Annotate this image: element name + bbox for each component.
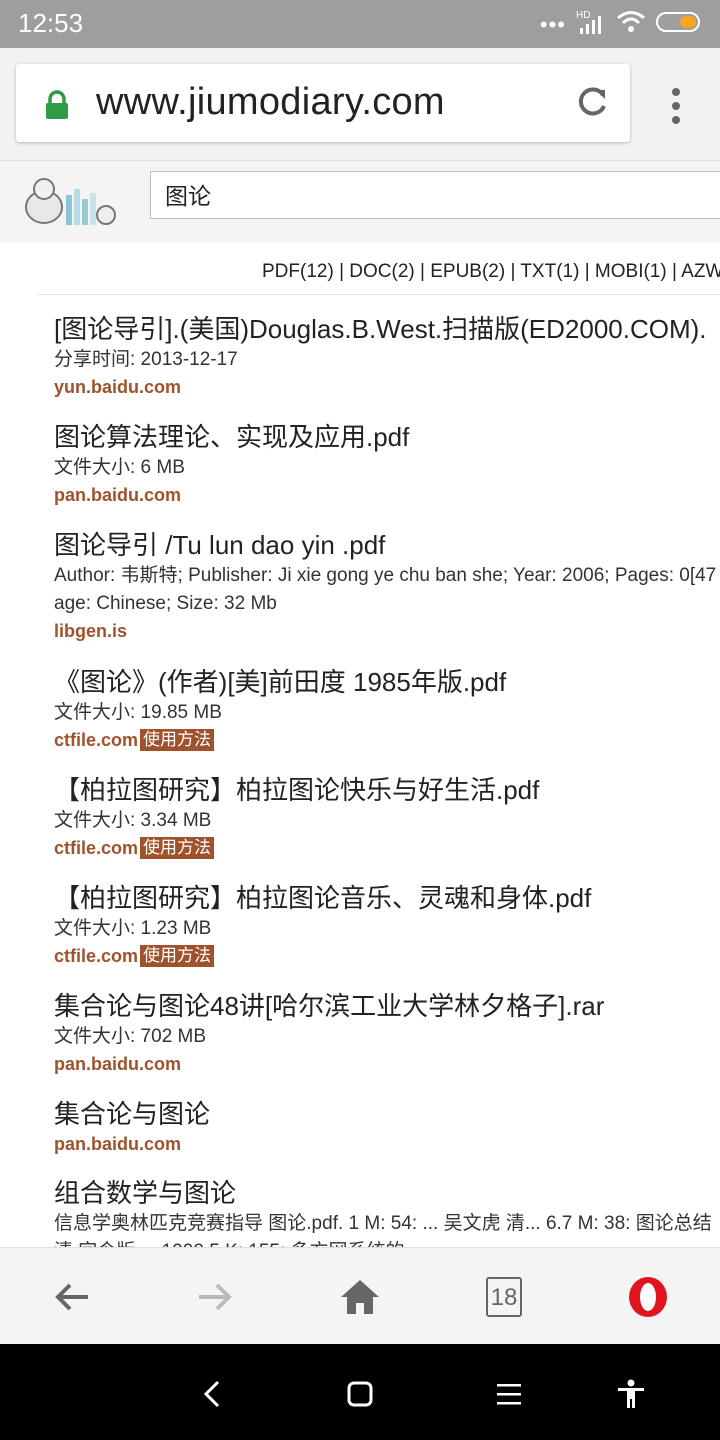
back-button[interactable] [47, 1272, 97, 1322]
network-type: HD [576, 9, 591, 21]
wifi-icon [616, 10, 646, 39]
menu-icon [497, 1384, 521, 1405]
address-bar[interactable]: www.jiumodiary.com [16, 64, 630, 142]
site-logo[interactable] [22, 171, 118, 231]
chevron-left-icon [203, 1380, 220, 1408]
result-meta: 文件大小: 3.34 MB [54, 810, 212, 831]
format-filters[interactable]: PDF(12) | DOC(2) | EPUB(2) | TXT(1) | MO… [262, 261, 720, 283]
result-source[interactable]: ctfile.com [54, 730, 138, 750]
result-source[interactable]: libgen.is [54, 618, 720, 644]
battery-icon [656, 10, 702, 39]
result-title[interactable]: 《图论》(作者)[美]前田度 1985年版.pdf [54, 665, 720, 699]
result-source[interactable]: yun.baidu.com [54, 374, 720, 400]
accessibility-button[interactable] [611, 1374, 651, 1414]
result-meta: 文件大小: 6 MB [54, 457, 185, 478]
result-title[interactable]: [图论导引].(美国)Douglas.B.West.扫描版(ED2000.COM… [54, 312, 720, 346]
system-home-button[interactable] [340, 1374, 380, 1414]
url-text[interactable]: www.jiumodiary.com [96, 81, 445, 124]
tabs-button[interactable]: 18 [479, 1272, 529, 1322]
result-title[interactable]: 组合数学与图论 [54, 1176, 720, 1210]
home-button[interactable] [335, 1272, 385, 1322]
result-item[interactable]: 《图论》(作者)[美]前田度 1985年版.pdf 文件大小: 19.85 MB… [54, 665, 720, 753]
lock-icon [44, 90, 70, 125]
result-meta: 文件大小: 1.23 MB [54, 918, 212, 939]
tabs-count: 18 [490, 1284, 518, 1311]
dots-icon: ••• [539, 11, 566, 37]
opera-menu-button[interactable] [623, 1272, 673, 1322]
result-item[interactable]: 图论导引 /Tu lun dao yin .pdf Author: 韦斯特; P… [54, 528, 720, 644]
result-meta: 文件大小: 702 MB [54, 1026, 207, 1047]
result-source[interactable]: pan.baidu.com [54, 482, 720, 508]
accessibility-icon [618, 1379, 644, 1408]
result-title[interactable]: 图论导引 /Tu lun dao yin .pdf [54, 528, 720, 562]
result-item[interactable]: [图论导引].(美国)Douglas.B.West.扫描版(ED2000.COM… [54, 312, 720, 400]
result-item[interactable]: 【柏拉图研究】柏拉图论快乐与好生活.pdf 文件大小: 3.34 MB ctfi… [54, 773, 720, 861]
overflow-menu-icon[interactable] [664, 88, 688, 128]
result-source-row: ctfile.com 使用方法 [54, 943, 720, 969]
result-source[interactable]: pan.baidu.com [54, 1051, 720, 1077]
browser-bottom-nav: 18 [0, 1247, 720, 1345]
result-title[interactable]: 集合论与图论 [54, 1097, 720, 1131]
how-to-badge[interactable]: 使用方法 [140, 837, 215, 859]
arrow-left-icon [55, 1283, 88, 1311]
result-title[interactable]: 【柏拉图研究】柏拉图论音乐、灵魂和身体.pdf [54, 881, 720, 915]
status-icons: ••• HD [540, 10, 702, 39]
status-time: 12:53 [18, 8, 84, 38]
result-source[interactable]: ctfile.com [54, 838, 138, 858]
result-item[interactable]: 图论算法理论、实现及应用.pdf 文件大小: 6 MB pan.baidu.co… [54, 420, 720, 508]
site-header: 图论 [0, 160, 720, 243]
result-title[interactable]: 集合论与图论48讲[哈尔滨工业大学林夕格子].rar [54, 989, 720, 1023]
square-icon [347, 1381, 373, 1407]
home-icon [341, 1280, 379, 1314]
search-input[interactable]: 图论 [150, 171, 720, 219]
result-meta: 分享时间: 2013-12-17 [54, 349, 238, 370]
signal-icon: HD [576, 10, 606, 36]
browser-toolbar: www.jiumodiary.com [0, 48, 720, 160]
result-meta: 文件大小: 19.85 MB [54, 702, 222, 723]
result-meta-cont: age: Chinese; Size: 32 Mb [54, 593, 277, 614]
divider [38, 294, 720, 295]
result-item[interactable]: 集合论与图论48讲[哈尔滨工业大学林夕格子].rar 文件大小: 702 MB … [54, 989, 720, 1077]
result-source-row: ctfile.com 使用方法 [54, 727, 720, 753]
result-meta: 信息学奥林匹克竞赛指导 图论.pdf. 1 M: 54: ... 吴文虎 清..… [54, 1213, 712, 1234]
result-meta: Author: 韦斯特; Publisher: Ji xie gong ye c… [54, 565, 717, 586]
result-title[interactable]: 图论算法理论、实现及应用.pdf [54, 420, 720, 454]
arrow-right-icon [199, 1283, 232, 1311]
system-recents-button[interactable] [489, 1374, 529, 1414]
opera-logo-icon [629, 1277, 667, 1317]
result-item[interactable]: 集合论与图论 pan.baidu.com [54, 1097, 720, 1157]
result-source[interactable]: pan.baidu.com [54, 1131, 720, 1157]
reload-icon[interactable] [574, 84, 610, 125]
result-item[interactable]: 【柏拉图研究】柏拉图论音乐、灵魂和身体.pdf 文件大小: 1.23 MB ct… [54, 881, 720, 969]
status-bar: 12:53 ••• HD [0, 0, 720, 48]
result-source-row: ctfile.com 使用方法 [54, 835, 720, 861]
forward-button[interactable] [190, 1272, 240, 1322]
result-source[interactable]: ctfile.com [54, 946, 138, 966]
how-to-badge[interactable]: 使用方法 [140, 945, 215, 967]
how-to-badge[interactable]: 使用方法 [140, 729, 215, 751]
system-nav-bar [0, 1344, 720, 1440]
tabs-icon: 18 [486, 1277, 522, 1317]
result-title[interactable]: 【柏拉图研究】柏拉图论快乐与好生活.pdf [54, 773, 720, 807]
system-back-button[interactable] [192, 1374, 232, 1414]
